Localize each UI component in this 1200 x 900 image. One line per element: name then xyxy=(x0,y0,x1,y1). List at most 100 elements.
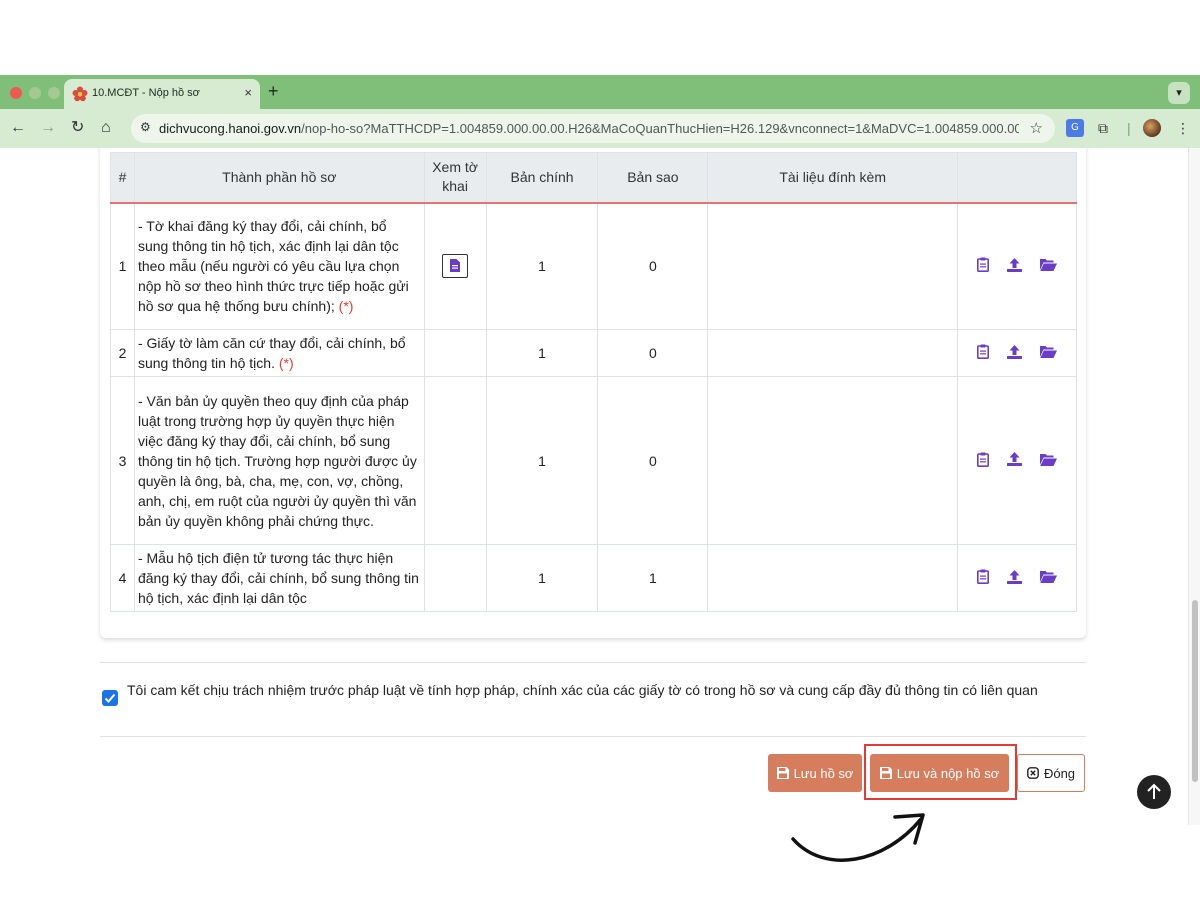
extensions-puzzle-icon[interactable]: ⧉ xyxy=(1098,118,1108,138)
document-name: - Tờ khai đăng ký thay đổi, cải chính, b… xyxy=(137,218,409,315)
url-path: /nop-ho-so?MaTTHCDP=1.004859.000.00.00.H… xyxy=(301,121,1019,136)
address-bar[interactable]: ⚙ dichvucong.hanoi.gov.vn/nop-ho-so?MaTT… xyxy=(131,114,1055,143)
original-count: 1 xyxy=(485,202,599,330)
tab-title: 10.MCĐT - Nộp hồ sơ xyxy=(92,87,200,99)
window-close-control[interactable] xyxy=(10,87,22,99)
clipboard-icon[interactable] xyxy=(977,344,989,359)
upload-icon[interactable] xyxy=(1007,569,1022,584)
checkmark-icon xyxy=(104,693,116,703)
save-button[interactable]: Lưu hồ sơ xyxy=(768,754,862,792)
header-number: # xyxy=(110,152,135,204)
scroll-to-top-button[interactable] xyxy=(1137,775,1171,809)
browser-tab-active[interactable]: 10.MCĐT - Nộp hồ sơ × xyxy=(64,79,260,109)
actions-cell xyxy=(957,544,1077,612)
bookmark-star-icon[interactable]: ☆ xyxy=(1030,119,1043,137)
header-document-name: Thành phần hồ sơ xyxy=(133,152,425,204)
row-number: 1 xyxy=(110,202,135,330)
original-count: 1 xyxy=(485,376,599,545)
copy-count: 0 xyxy=(597,202,709,330)
header-copy: Bản sao xyxy=(597,152,709,204)
table-row: 1 - Tờ khai đăng ký thay đổi, cải chính,… xyxy=(110,202,1077,330)
new-tab-button[interactable]: + xyxy=(268,81,279,102)
commitment-text: Tôi cam kết chịu trách nhiệm trước pháp … xyxy=(127,682,1038,698)
attachments-cell xyxy=(707,376,959,545)
attachments-cell xyxy=(707,329,959,377)
floppy-disk-icon xyxy=(776,767,789,779)
back-arrow-icon[interactable]: ← xyxy=(10,118,26,138)
original-count: 1 xyxy=(485,544,599,612)
scrollbar-thumb[interactable] xyxy=(1192,600,1198,782)
upload-icon[interactable] xyxy=(1007,257,1022,272)
toolbar-separator: | xyxy=(1127,120,1131,136)
attachments-cell xyxy=(707,544,959,612)
section-divider xyxy=(100,662,1086,663)
section-divider xyxy=(100,736,1086,737)
close-square-icon xyxy=(1027,767,1039,779)
annotation-arrow-icon xyxy=(791,813,925,862)
folder-open-icon[interactable] xyxy=(1040,345,1057,358)
upload-icon[interactable] xyxy=(1007,344,1022,359)
arrow-up-icon xyxy=(1147,783,1161,799)
clipboard-icon[interactable] xyxy=(977,569,989,584)
highlight-box xyxy=(864,744,1017,800)
actions-cell xyxy=(957,202,1077,330)
documents-table: # Thành phần hồ sơ Xem tờ khai Bản chính… xyxy=(110,152,1077,612)
clipboard-icon[interactable] xyxy=(977,257,989,273)
view-form-button[interactable] xyxy=(442,254,469,279)
forward-arrow-icon[interactable]: → xyxy=(40,118,56,138)
clipboard-icon[interactable] xyxy=(977,452,989,467)
url-host: dichvucong.hanoi.gov.vn xyxy=(159,121,302,136)
header-actions xyxy=(957,152,1077,204)
attachments-cell xyxy=(707,202,959,330)
profile-avatar[interactable] xyxy=(1143,119,1161,137)
tab-bar: 10.MCĐT - Nộp hồ sơ × + ▾ xyxy=(0,75,1200,109)
row-number: 3 xyxy=(110,376,135,545)
table-row: 4 - Mẫu hộ tịch điện tử tương tác thực h… xyxy=(110,544,1077,612)
reload-icon[interactable]: ↻ xyxy=(71,118,84,138)
site-favicon-icon xyxy=(72,86,88,102)
copy-count: 0 xyxy=(597,376,709,545)
header-attachments: Tài liệu đính kèm xyxy=(707,152,959,204)
document-name-cell: - Giấy tờ làm căn cứ thay đổi, cải chính… xyxy=(133,329,425,377)
tab-search-chevron-icon[interactable]: ▾ xyxy=(1168,82,1190,104)
browser-toolbar: ← → ↻ ⌂ ⚙ dichvucong.hanoi.gov.vn/nop-ho… xyxy=(0,109,1200,148)
window-zoom-control[interactable] xyxy=(48,87,60,99)
folder-open-icon[interactable] xyxy=(1040,258,1057,272)
site-info-icon[interactable]: ⚙ xyxy=(140,120,151,134)
required-mark: (*) xyxy=(338,298,354,315)
header-view-form: Xem tờ khai xyxy=(423,152,487,204)
table-row: 2 - Giấy tờ làm căn cứ thay đổi, cải chí… xyxy=(110,329,1077,377)
folder-open-icon[interactable] xyxy=(1040,453,1057,466)
copy-count: 0 xyxy=(597,329,709,377)
view-form-cell xyxy=(423,329,487,377)
browser-menu-icon[interactable]: ⋮ xyxy=(1176,118,1190,138)
browser-chrome: 10.MCĐT - Nộp hồ sơ × + ▾ ← → ↻ ⌂ ⚙ dich… xyxy=(0,75,1200,148)
save-button-label: Lưu hồ sơ xyxy=(793,765,854,781)
close-button-label: Đóng xyxy=(1043,765,1076,781)
document-name: - Mẫu hộ tịch điện tử tương tác thực hiệ… xyxy=(133,544,425,612)
row-number: 4 xyxy=(110,544,135,612)
folder-open-icon[interactable] xyxy=(1040,570,1057,583)
row-number: 2 xyxy=(110,329,135,377)
page-scrollbar[interactable] xyxy=(1188,148,1200,825)
required-mark: (*) xyxy=(278,355,294,371)
home-icon[interactable]: ⌂ xyxy=(101,118,111,138)
document-name-cell: - Tờ khai đăng ký thay đổi, cải chính, b… xyxy=(133,202,425,330)
translate-extension-icon[interactable]: G xyxy=(1066,119,1084,137)
copy-count: 1 xyxy=(597,544,709,612)
view-form-cell xyxy=(423,202,487,330)
window-minimize-control[interactable] xyxy=(29,87,41,99)
page-content: # Thành phần hồ sơ Xem tờ khai Bản chính… xyxy=(0,148,1188,825)
tab-close-icon[interactable]: × xyxy=(244,85,252,100)
actions-cell xyxy=(957,376,1077,545)
url-text[interactable]: dichvucong.hanoi.gov.vn/nop-ho-so?MaTTHC… xyxy=(159,121,1019,136)
table-header-row: # Thành phần hồ sơ Xem tờ khai Bản chính… xyxy=(110,152,1077,204)
document-name: - Văn bản ủy quyền theo quy định của phá… xyxy=(133,376,425,545)
document-name: - Giấy tờ làm căn cứ thay đổi, cải chính… xyxy=(137,335,406,371)
view-form-cell xyxy=(423,544,487,612)
commitment-checkbox[interactable] xyxy=(102,690,118,706)
view-form-cell xyxy=(423,376,487,545)
close-button[interactable]: Đóng xyxy=(1017,754,1085,792)
upload-icon[interactable] xyxy=(1007,452,1022,466)
original-count: 1 xyxy=(485,329,599,377)
